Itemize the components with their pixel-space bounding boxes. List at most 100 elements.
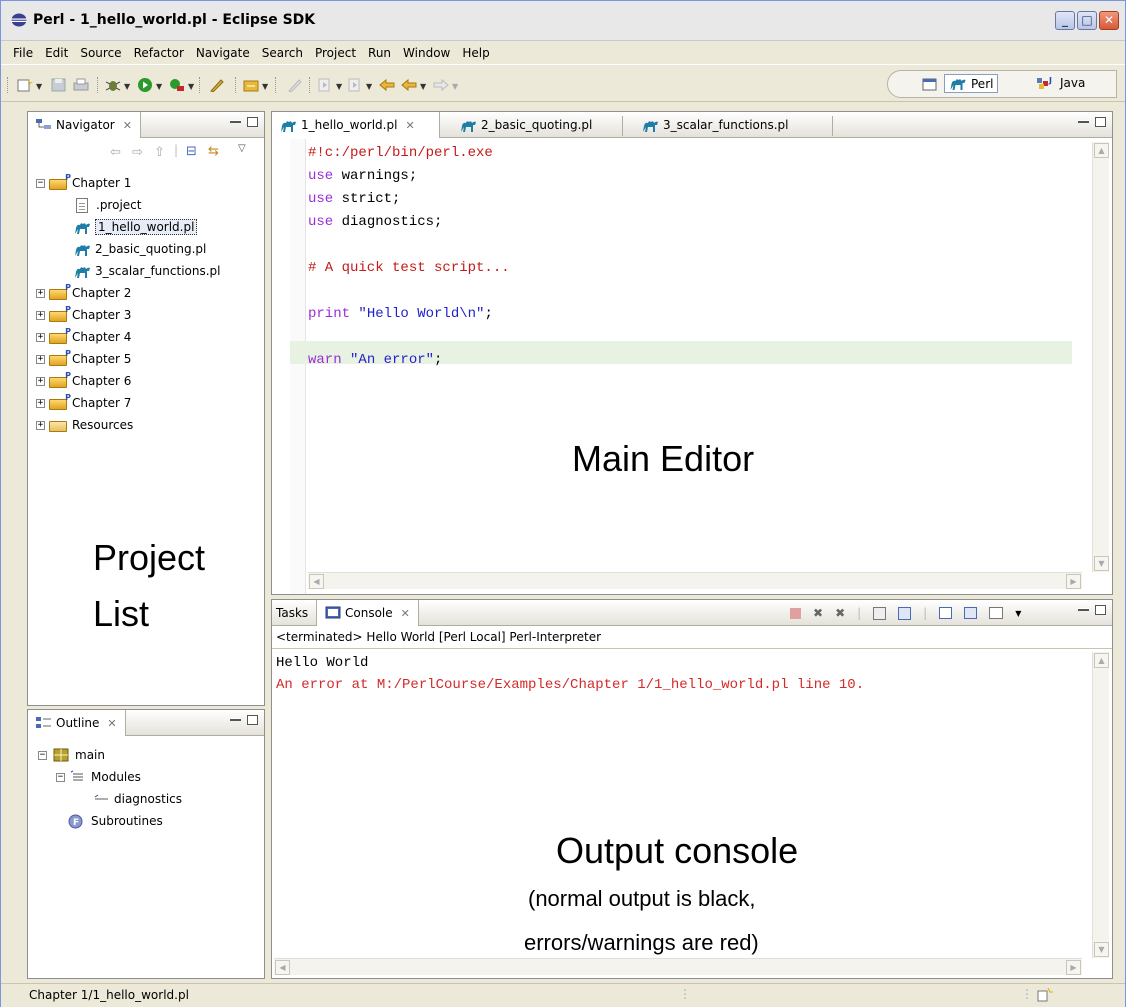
expand-icon[interactable]: + <box>36 354 45 364</box>
last-edit-location-icon[interactable] <box>379 78 395 92</box>
tree-item-file[interactable]: .project <box>36 194 260 216</box>
terminate-icon[interactable] <box>790 607 801 619</box>
tree-item-file[interactable]: 1_hello_world.pl <box>36 216 260 238</box>
run-icon[interactable] <box>137 78 153 92</box>
expand-icon[interactable]: + <box>36 398 45 408</box>
menu-edit[interactable]: Edit <box>39 46 74 60</box>
tree-item-chapter[interactable]: + P Chapter 3 <box>36 304 260 326</box>
tree-item-chapter[interactable]: + P Chapter 7 <box>36 392 260 414</box>
view-menu-icon[interactable]: ▽ <box>238 143 246 154</box>
expand-icon[interactable]: + <box>36 420 45 430</box>
outline-item-modules[interactable]: − Modules <box>38 766 182 788</box>
menu-run[interactable]: Run <box>362 46 397 60</box>
back-dropdown-icon[interactable]: ▼ <box>420 82 426 91</box>
minimize-view-icon[interactable] <box>230 120 241 123</box>
scroll-right-icon[interactable]: ▶ <box>1066 960 1081 975</box>
remove-all-icon[interactable]: ✖ <box>835 606 845 620</box>
maximize-view-icon[interactable] <box>1095 117 1106 127</box>
scroll-left-icon[interactable]: ◀ <box>309 574 324 589</box>
close-tab-icon[interactable]: ✕ <box>107 717 116 730</box>
maximize-button[interactable]: □ <box>1077 11 1097 30</box>
pen-icon[interactable] <box>209 78 225 92</box>
close-tab-icon[interactable]: ✕ <box>401 607 410 620</box>
close-tab-icon[interactable]: ✕ <box>405 119 414 132</box>
expand-icon[interactable]: + <box>36 376 45 386</box>
tab-outline[interactable]: Outline ✕ <box>28 710 126 736</box>
annotation-icon[interactable] <box>287 78 303 92</box>
scroll-up-icon[interactable]: ▲ <box>1094 653 1109 668</box>
menu-navigate[interactable]: Navigate <box>190 46 256 60</box>
open-type-icon[interactable] <box>243 78 259 92</box>
collapse-all-icon[interactable]: ⊟ <box>186 144 197 159</box>
console-horizontal-scrollbar[interactable]: ◀ ▶ <box>274 958 1082 975</box>
menu-search[interactable]: Search <box>256 46 309 60</box>
scroll-up-icon[interactable]: ▲ <box>1094 143 1109 158</box>
outline-item-subroutines[interactable]: F Subroutines <box>38 810 182 832</box>
collapse-icon[interactable]: − <box>56 772 65 782</box>
open-console-dropdown-icon[interactable]: ▼ <box>1015 609 1021 618</box>
maximize-view-icon[interactable] <box>247 715 258 725</box>
tree-item-file[interactable]: 3_scalar_functions.pl <box>36 260 260 282</box>
minimize-view-icon[interactable] <box>1078 120 1089 123</box>
menu-help[interactable]: Help <box>456 46 495 60</box>
maximize-view-icon[interactable] <box>1095 605 1106 615</box>
previous-annotation-dropdown-icon[interactable]: ▼ <box>366 82 372 91</box>
tree-item-chapter[interactable]: + P Chapter 2 <box>36 282 260 304</box>
display-console-icon[interactable] <box>964 607 978 619</box>
scroll-lock-icon[interactable] <box>898 606 912 620</box>
clear-console-icon[interactable] <box>873 606 887 620</box>
collapse-icon[interactable]: − <box>36 178 45 188</box>
tree-item-chapter[interactable]: + P Chapter 6 <box>36 370 260 392</box>
remove-launch-icon[interactable]: ✖ <box>813 606 823 620</box>
code-editor[interactable]: #!c:/perl/bin/perl.exe use warnings; use… <box>308 142 1072 372</box>
minimize-view-icon[interactable] <box>230 718 241 721</box>
minimize-view-icon[interactable] <box>1078 608 1089 611</box>
back-icon[interactable] <box>401 78 417 92</box>
debug-dropdown-icon[interactable]: ▼ <box>124 82 130 91</box>
menu-file[interactable]: File <box>7 46 39 60</box>
expand-icon[interactable]: + <box>36 332 45 342</box>
save-icon[interactable] <box>51 78 67 92</box>
tab-navigator[interactable]: Navigator ✕ <box>28 112 141 138</box>
editor-tab-3[interactable]: 3_scalar_functions.pl <box>634 112 797 138</box>
scroll-down-icon[interactable]: ▼ <box>1094 556 1109 571</box>
print-icon[interactable] <box>73 78 89 92</box>
scroll-right-icon[interactable]: ▶ <box>1066 574 1081 589</box>
run-dropdown-icon[interactable]: ▼ <box>156 82 162 91</box>
next-annotation-dropdown-icon[interactable]: ▼ <box>336 82 342 91</box>
tab-tasks[interactable]: Tasks <box>272 600 312 626</box>
menu-window[interactable]: Window <box>397 46 456 60</box>
external-tools-dropdown-icon[interactable]: ▼ <box>188 82 194 91</box>
scroll-left-icon[interactable]: ◀ <box>275 960 290 975</box>
close-tab-icon[interactable]: ✕ <box>123 119 132 132</box>
outline-item-main[interactable]: − main <box>38 744 182 766</box>
collapse-icon[interactable]: − <box>38 750 47 760</box>
tree-item-resources[interactable]: + Resources <box>36 414 260 436</box>
new-dropdown-icon[interactable]: ▼ <box>36 82 42 91</box>
menu-refactor[interactable]: Refactor <box>128 46 190 60</box>
tree-item-chapter[interactable]: + P Chapter 5 <box>36 348 260 370</box>
perspective-java[interactable]: J Java <box>1036 75 1085 91</box>
console-output[interactable]: Hello World An error at M:/PerlCourse/Ex… <box>276 652 864 696</box>
up-nav-icon[interactable]: ⇧ <box>154 145 165 160</box>
expand-icon[interactable]: + <box>36 310 45 320</box>
tree-item-file[interactable]: 2_basic_quoting.pl <box>36 238 260 260</box>
back-nav-icon[interactable]: ⇦ <box>110 145 121 160</box>
open-type-dropdown-icon[interactable]: ▼ <box>262 82 268 91</box>
pin-console-icon[interactable] <box>939 607 953 619</box>
editor-vertical-scrollbar[interactable]: ▲ ▼ <box>1092 142 1109 572</box>
open-console-icon[interactable] <box>989 607 1004 619</box>
debug-icon[interactable] <box>105 78 121 92</box>
outline-item-diagnostics[interactable]: diagnostics <box>38 788 182 810</box>
scroll-down-icon[interactable]: ▼ <box>1094 942 1109 957</box>
link-with-editor-icon[interactable]: ⇆ <box>208 144 219 159</box>
open-perspective-icon[interactable] <box>922 77 938 91</box>
editor-tab-1[interactable]: 1_hello_world.pl ✕ <box>272 112 440 138</box>
maximize-view-icon[interactable] <box>247 117 258 127</box>
tree-item-chapter1[interactable]: − P Chapter 1 <box>36 172 260 194</box>
perspective-perl[interactable]: Perl <box>944 74 999 93</box>
external-tools-icon[interactable] <box>169 78 185 92</box>
forward-dropdown-icon[interactable]: ▼ <box>452 82 458 91</box>
close-button[interactable]: ✕ <box>1099 11 1119 30</box>
tab-console[interactable]: Console ✕ <box>316 600 419 626</box>
